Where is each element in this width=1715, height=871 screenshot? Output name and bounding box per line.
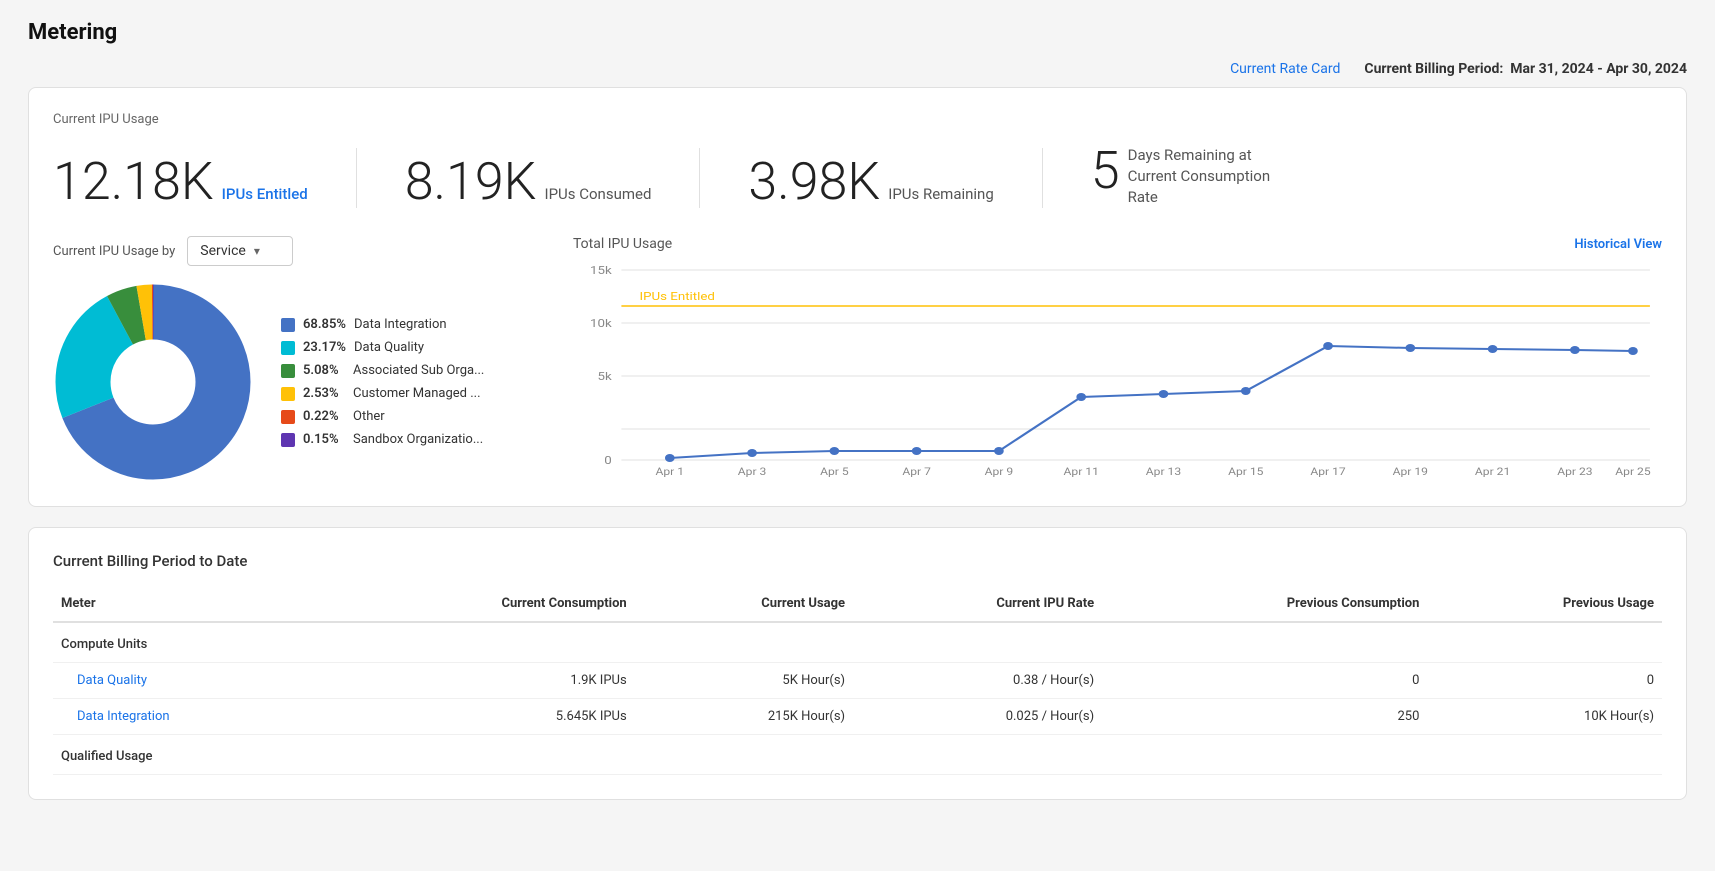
ipu-stat-remaining: 3.98K IPUs Remaining <box>748 156 993 208</box>
dq-current-usage: 5K Hour(s) <box>635 663 853 699</box>
meter-data-quality: Data Quality <box>53 663 326 699</box>
svg-text:Apr 23: Apr 23 <box>1557 466 1592 478</box>
category-row-qualified: Qualified Usage <box>53 735 1662 775</box>
di-current-ipu-rate: 0.025 / Hour(s) <box>853 699 1102 735</box>
dq-current-ipu-rate: 0.38 / Hour(s) <box>853 663 1102 699</box>
svg-text:IPUs Entitled: IPUs Entitled <box>640 290 715 303</box>
legend-item-sub-orga: 5.08% Associated Sub Orga... <box>281 363 484 378</box>
dq-current-consumption: 1.9K IPUs <box>326 663 635 699</box>
billing-section-label: Current Billing Period to Date <box>53 552 1662 570</box>
meter-data-integration: Data Integration <box>53 699 326 735</box>
svg-text:15k: 15k <box>590 264 613 277</box>
billing-table: Meter Current Consumption Current Usage … <box>53 586 1662 775</box>
top-bar: Current Rate Card Current Billing Period… <box>28 61 1687 77</box>
legend-item-data-integration: 68.85% Data Integration <box>281 317 484 332</box>
di-previous-usage: 10K Hour(s) <box>1427 699 1662 735</box>
ipu-consumed-label: IPUs Consumed <box>545 185 652 203</box>
col-header-current-ipu-rate: Current IPU Rate <box>853 586 1102 622</box>
svg-text:Apr 5: Apr 5 <box>820 466 849 478</box>
legend-item-other: 0.22% Other <box>281 409 484 424</box>
billing-period-prefix: Current Billing Period: <box>1364 61 1503 77</box>
svg-text:Apr 13: Apr 13 <box>1146 466 1181 478</box>
usage-left: Current IPU Usage by Service ▾ <box>53 236 573 482</box>
legend-dot-other <box>281 410 295 424</box>
divider-2 <box>699 148 700 208</box>
chevron-down-icon: ▾ <box>254 244 260 258</box>
col-header-previous-consumption: Previous Consumption <box>1102 586 1427 622</box>
ipu-stat-days: 5 Days Remaining at Current Consumption … <box>1091 145 1288 208</box>
di-previous-consumption: 250 <box>1102 699 1427 735</box>
pie-chart <box>53 282 253 482</box>
svg-text:0: 0 <box>604 454 612 467</box>
billing-period: Current Billing Period: Mar 31, 2024 - A… <box>1364 61 1687 77</box>
svg-text:Apr 9: Apr 9 <box>985 466 1014 478</box>
svg-text:Apr 17: Apr 17 <box>1310 466 1345 478</box>
legend-dot-data-integration <box>281 318 295 332</box>
ipu-stat-consumed: 8.19K IPUs Consumed <box>405 156 652 208</box>
dq-previous-usage: 0 <box>1427 663 1662 699</box>
usage-right: Total IPU Usage Historical View 15k 10k <box>573 236 1662 480</box>
data-quality-link[interactable]: Data Quality <box>77 673 147 688</box>
billing-table-card: Current Billing Period to Date Meter Cur… <box>28 527 1687 800</box>
svg-text:Apr 7: Apr 7 <box>902 466 931 478</box>
chart-pie-area: 68.85% Data Integration 23.17% Data Qual… <box>53 282 573 482</box>
days-number: 5 <box>1091 145 1120 197</box>
total-ipu-title: Total IPU Usage <box>573 236 672 252</box>
ipu-entitled-number: 12.18K <box>53 156 214 208</box>
ipu-section-label: Current IPU Usage <box>53 112 1662 127</box>
table-row: Data Quality 1.9K IPUs 5K Hour(s) 0.38 /… <box>53 663 1662 699</box>
legend-dot-customer-managed <box>281 387 295 401</box>
usage-row: Current IPU Usage by Service ▾ <box>53 236 1662 482</box>
svg-text:5k: 5k <box>598 370 613 383</box>
service-dropdown[interactable]: Service ▾ <box>187 236 293 266</box>
ipu-entitled-label: IPUs Entitled <box>222 185 308 203</box>
ipu-stat-entitled: 12.18K IPUs Entitled <box>53 156 308 208</box>
col-header-current-usage: Current Usage <box>635 586 853 622</box>
legend-item-sandbox: 0.15% Sandbox Organizatio... <box>281 432 484 447</box>
table-header-row: Meter Current Consumption Current Usage … <box>53 586 1662 622</box>
svg-text:10k: 10k <box>590 317 613 330</box>
svg-text:Apr 25: Apr 25 <box>1615 466 1650 478</box>
billing-period-value: Mar 31, 2024 - Apr 30, 2024 <box>1510 61 1687 77</box>
legend-dot-sandbox <box>281 433 295 447</box>
col-header-previous-usage: Previous Usage <box>1427 586 1662 622</box>
ipu-stats-row: 12.18K IPUs Entitled 8.19K IPUs Consumed… <box>53 145 1662 208</box>
col-header-current-consumption: Current Consumption <box>326 586 635 622</box>
current-rate-card-link[interactable]: Current Rate Card <box>1230 61 1340 77</box>
di-current-consumption: 5.645K IPUs <box>326 699 635 735</box>
line-chart: 15k 10k 5k 0 IPUs Entitled <box>573 260 1662 480</box>
page-title: Metering <box>28 20 1687 45</box>
col-header-meter: Meter <box>53 586 326 622</box>
service-dropdown-value: Service <box>200 243 246 259</box>
category-row-compute: Compute Units <box>53 622 1662 663</box>
total-ipu-header: Total IPU Usage Historical View <box>573 236 1662 252</box>
ipu-consumed-number: 8.19K <box>405 156 537 208</box>
svg-text:Apr 19: Apr 19 <box>1393 466 1428 478</box>
usage-by-row: Current IPU Usage by Service ▾ <box>53 236 573 266</box>
legend-item-customer-managed: 2.53% Customer Managed ... <box>281 386 484 401</box>
legend-item-data-quality: 23.17% Data Quality <box>281 340 484 355</box>
days-label: Days Remaining at Current Consumption Ra… <box>1128 145 1288 208</box>
svg-text:Apr 11: Apr 11 <box>1064 466 1099 478</box>
usage-by-label: Current IPU Usage by <box>53 244 175 259</box>
divider-3 <box>1042 148 1043 208</box>
svg-text:Apr 21: Apr 21 <box>1475 466 1510 478</box>
dq-previous-consumption: 0 <box>1102 663 1427 699</box>
legend-dot-data-quality <box>281 341 295 355</box>
category-label-compute: Compute Units <box>53 622 1662 663</box>
pie-legend: 68.85% Data Integration 23.17% Data Qual… <box>281 317 484 447</box>
ipu-remaining-label: IPUs Remaining <box>888 185 994 203</box>
historical-view-link[interactable]: Historical View <box>1574 237 1662 252</box>
svg-text:Apr 1: Apr 1 <box>656 466 685 478</box>
svg-text:Apr 3: Apr 3 <box>738 466 767 478</box>
svg-text:Apr 15: Apr 15 <box>1228 466 1263 478</box>
data-integration-link[interactable]: Data Integration <box>77 709 170 724</box>
legend-dot-sub-orga <box>281 364 295 378</box>
table-row: Data Integration 5.645K IPUs 215K Hour(s… <box>53 699 1662 735</box>
divider-1 <box>356 148 357 208</box>
ipu-remaining-number: 3.98K <box>748 156 880 208</box>
ipu-usage-card: Current IPU Usage 12.18K IPUs Entitled 8… <box>28 87 1687 507</box>
di-current-usage: 215K Hour(s) <box>635 699 853 735</box>
category-label-qualified: Qualified Usage <box>53 735 1662 775</box>
